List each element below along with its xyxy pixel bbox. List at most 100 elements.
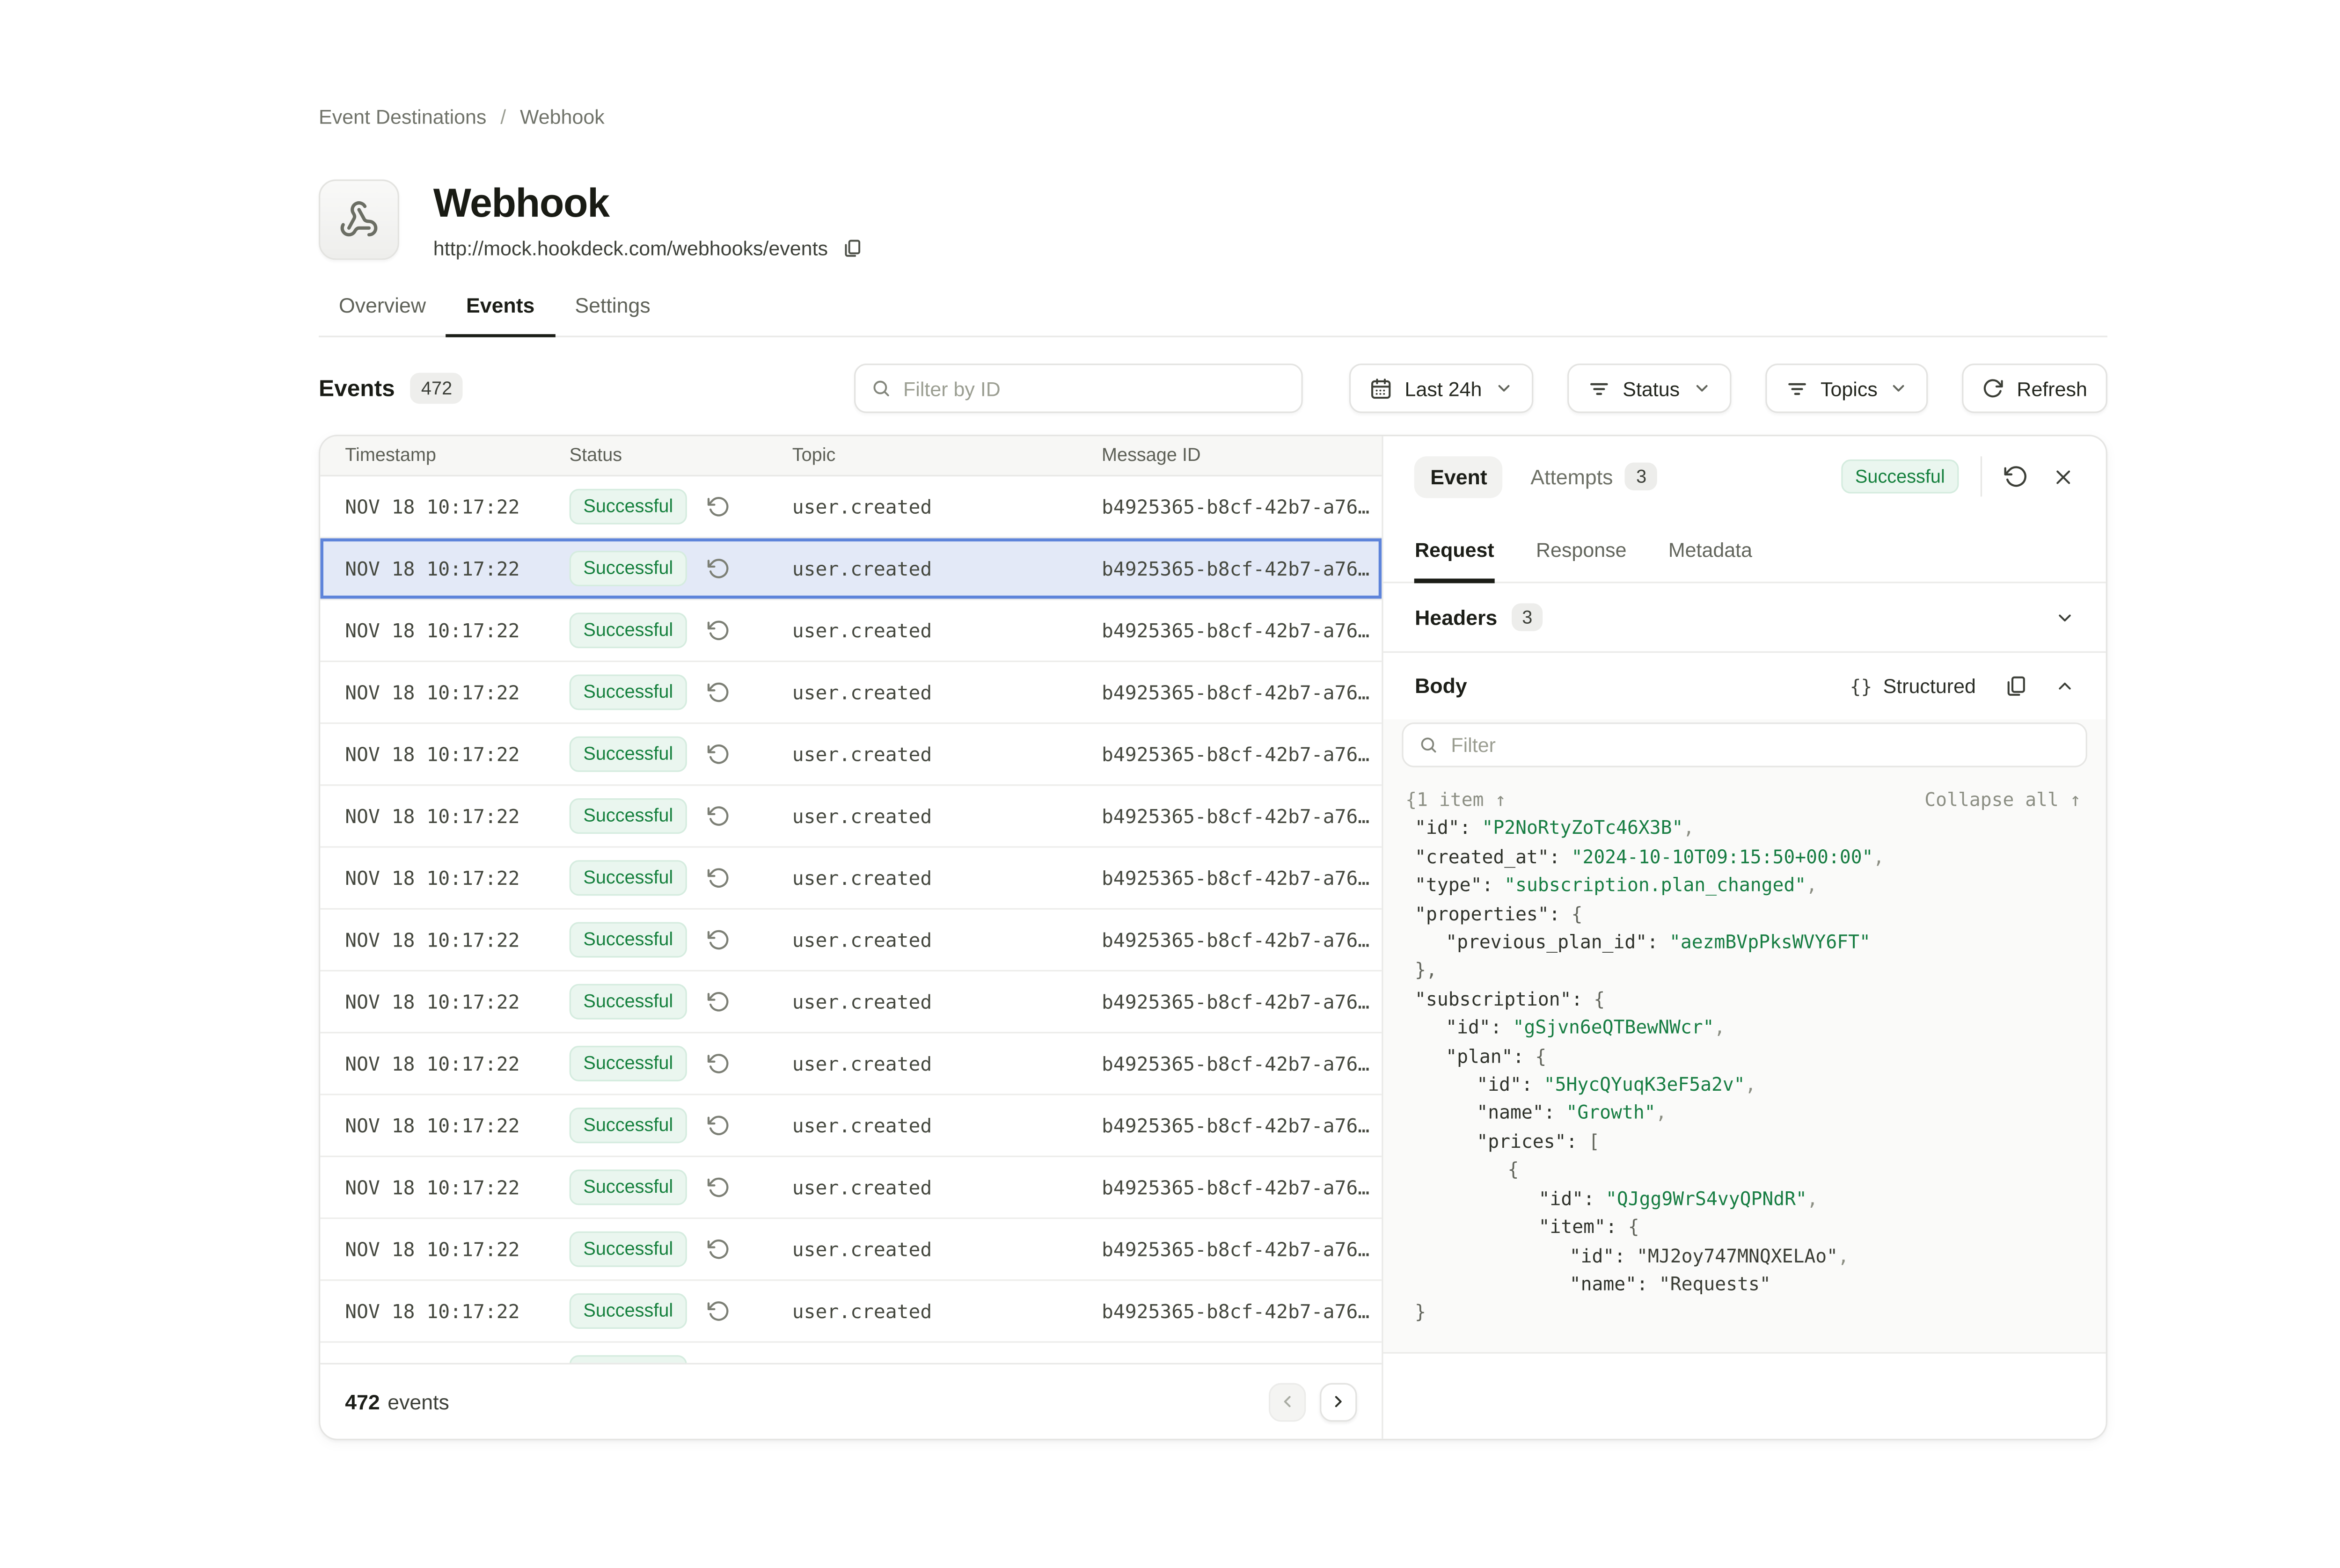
row-status-badge: Successful — [570, 861, 687, 895]
table-row[interactable]: NOV 18 10:17:22 Successful user.created … — [320, 1157, 1382, 1219]
retry-event-button[interactable] — [707, 990, 731, 1014]
row-message-id: b4925365-b8cf-42b7-a76… — [1102, 1299, 1382, 1323]
status-filter-button[interactable]: Status — [1567, 364, 1731, 413]
table-row[interactable]: NOV 18 10:17:22 Successful user.created … — [320, 1219, 1382, 1281]
tab-metadata[interactable]: Metadata — [1668, 517, 1752, 582]
row-status-badge: Successful — [570, 799, 687, 833]
retry-event-button[interactable] — [707, 495, 731, 518]
tab-overview[interactable]: Overview — [319, 294, 446, 335]
events-count-badge: 472 — [410, 373, 463, 404]
row-topic: user.created — [792, 1175, 1102, 1199]
column-status: Status — [570, 445, 792, 466]
copy-body-button[interactable] — [2004, 674, 2027, 698]
json-line: "subscription": { — [1403, 985, 2087, 1014]
json-line: "name": "Growth", — [1403, 1099, 2087, 1128]
row-timestamp: NOV 18 10:17:22 — [320, 557, 569, 580]
row-status-badge: Successful — [570, 1046, 687, 1081]
retry-event-button[interactable] — [707, 1238, 731, 1261]
headers-section-toggle[interactable]: Headers 3 — [1384, 583, 2106, 653]
row-topic: user.created — [792, 1114, 1102, 1137]
collapse-all-button[interactable]: Collapse all ↑ — [1924, 786, 2081, 815]
table-row[interactable]: NOV 18 10:17:22 Successful user.created … — [320, 1281, 1382, 1342]
row-timestamp: NOV 18 10:17:22 — [320, 1114, 569, 1137]
row-message-id: b4925365-b8cf-42b7-a76… — [1102, 1175, 1382, 1199]
panel-tab-event[interactable]: Event — [1415, 456, 1503, 497]
retry-event-button[interactable] — [707, 928, 731, 951]
json-filter-box[interactable] — [1403, 722, 2087, 767]
panel-header: Event Attempts 3 Successful — [1384, 436, 2106, 517]
retry-event-button[interactable] — [707, 804, 731, 828]
refresh-button[interactable]: Refresh — [1963, 364, 2107, 413]
row-topic: user.created — [792, 557, 1102, 580]
event-detail-panel: Event Attempts 3 Successful — [1382, 436, 2106, 1438]
retry-event-button[interactable] — [707, 680, 731, 704]
retry-icon — [707, 1114, 731, 1137]
row-topic: user.created — [792, 743, 1102, 766]
retry-event-button[interactable] — [707, 557, 731, 580]
table-row[interactable]: NOV 18 10:17:22 Successful user.created … — [320, 1033, 1382, 1095]
json-line: "name": "Requests" — [1403, 1270, 2087, 1298]
status-filter-label: Status — [1623, 377, 1680, 400]
collapse-body-button[interactable] — [2055, 676, 2075, 696]
tab-events[interactable]: Events — [446, 294, 555, 335]
previous-page-button[interactable] — [1269, 1382, 1306, 1421]
row-topic: user.created — [792, 804, 1102, 828]
row-status-badge: Successful — [570, 984, 687, 1019]
table-row[interactable]: NOV 18 10:17:22 Successful user.created … — [320, 786, 1382, 847]
tab-request[interactable]: Request — [1415, 517, 1494, 582]
json-line: "id": "QJgg9WrS4vyQPNdR", — [1403, 1184, 2087, 1213]
filter-by-id-input[interactable] — [903, 377, 1286, 400]
table-row[interactable]: NOV 18 10:17:22 Successful user.created … — [320, 724, 1382, 786]
tab-response[interactable]: Response — [1536, 517, 1627, 582]
headers-count-badge: 3 — [1511, 603, 1543, 631]
table-row[interactable]: NOV 18 10:17:22 Successful user.created … — [320, 476, 1382, 538]
time-range-button[interactable]: Last 24h — [1349, 364, 1533, 413]
json-line: "created_at": "2024-10-10T09:15:50+00:00… — [1403, 843, 2087, 871]
chevron-right-icon — [1330, 1393, 1348, 1411]
retry-event-button[interactable] — [707, 1114, 731, 1137]
destination-tabs: Overview Events Settings — [319, 294, 2107, 337]
table-row[interactable]: NOV 18 10:17:22 Successful user.created … — [320, 971, 1382, 1033]
table-row[interactable]: NOV 18 10:17:22 Successful user.created … — [320, 910, 1382, 971]
topics-filter-button[interactable]: Topics — [1765, 364, 1929, 413]
structured-view-toggle[interactable]: {} Structured — [1850, 674, 1976, 698]
json-root-items-label[interactable]: {1 item ↑ — [1405, 786, 1506, 815]
json-line: "plan": { — [1403, 1042, 2087, 1071]
table-row[interactable]: NOV 18 10:17:22 Successful user.created … — [320, 600, 1382, 662]
retry-event-button[interactable] — [2004, 464, 2028, 489]
braces-icon: {} — [1850, 675, 1872, 697]
row-timestamp: NOV 18 10:17:22 — [320, 1175, 569, 1199]
chevron-down-icon[interactable] — [2055, 607, 2075, 627]
json-filter-input[interactable] — [1451, 733, 2070, 757]
retry-event-button[interactable] — [707, 743, 731, 766]
row-status-badge: Successful — [570, 1108, 687, 1143]
close-panel-button[interactable] — [2052, 465, 2075, 488]
row-topic: user.created — [792, 866, 1102, 890]
retry-event-button[interactable] — [707, 619, 731, 642]
row-status-badge: Successful — [570, 1294, 687, 1328]
table-row[interactable]: NOV 18 10:17:22 Successful user.created … — [320, 538, 1382, 600]
body-section-header: Body {} Structured — [1384, 653, 2106, 719]
table-row[interactable]: NOV 18 10:17:22 Successful user.created … — [320, 847, 1382, 909]
panel-tab-attempts[interactable]: Attempts 3 — [1530, 463, 1657, 491]
tab-settings[interactable]: Settings — [555, 294, 670, 335]
table-row[interactable]: NOV 18 10:17:22 Successful user.created … — [320, 1342, 1382, 1363]
row-timestamp: NOV 18 10:17:22 — [320, 804, 569, 828]
copy-url-button[interactable] — [842, 238, 862, 258]
body-section: {1 item ↑ Collapse all ↑ "id": "P2NoRtyZ… — [1384, 719, 2106, 1354]
breadcrumb-event-destinations[interactable]: Event Destinations — [319, 105, 486, 129]
chevron-left-icon — [1279, 1393, 1297, 1411]
row-timestamp: NOV 18 10:17:22 — [320, 928, 569, 951]
retry-event-button[interactable] — [707, 1052, 731, 1075]
retry-event-button[interactable] — [707, 1299, 731, 1323]
retry-event-button[interactable] — [707, 866, 731, 890]
filter-lines-icon — [1587, 377, 1610, 400]
json-line: }, — [1403, 957, 2087, 985]
json-line: "id": "gSjvn6eQTBewNWcr", — [1403, 1014, 2087, 1042]
next-page-button[interactable] — [1320, 1382, 1357, 1421]
table-row[interactable]: NOV 18 10:17:22 Successful user.created … — [320, 662, 1382, 724]
filter-by-id-search[interactable] — [854, 364, 1303, 413]
table-row[interactable]: NOV 18 10:17:22 Successful user.created … — [320, 1095, 1382, 1157]
retry-event-button[interactable] — [707, 1175, 731, 1199]
row-timestamp: NOV 18 10:17:22 — [320, 1299, 569, 1323]
